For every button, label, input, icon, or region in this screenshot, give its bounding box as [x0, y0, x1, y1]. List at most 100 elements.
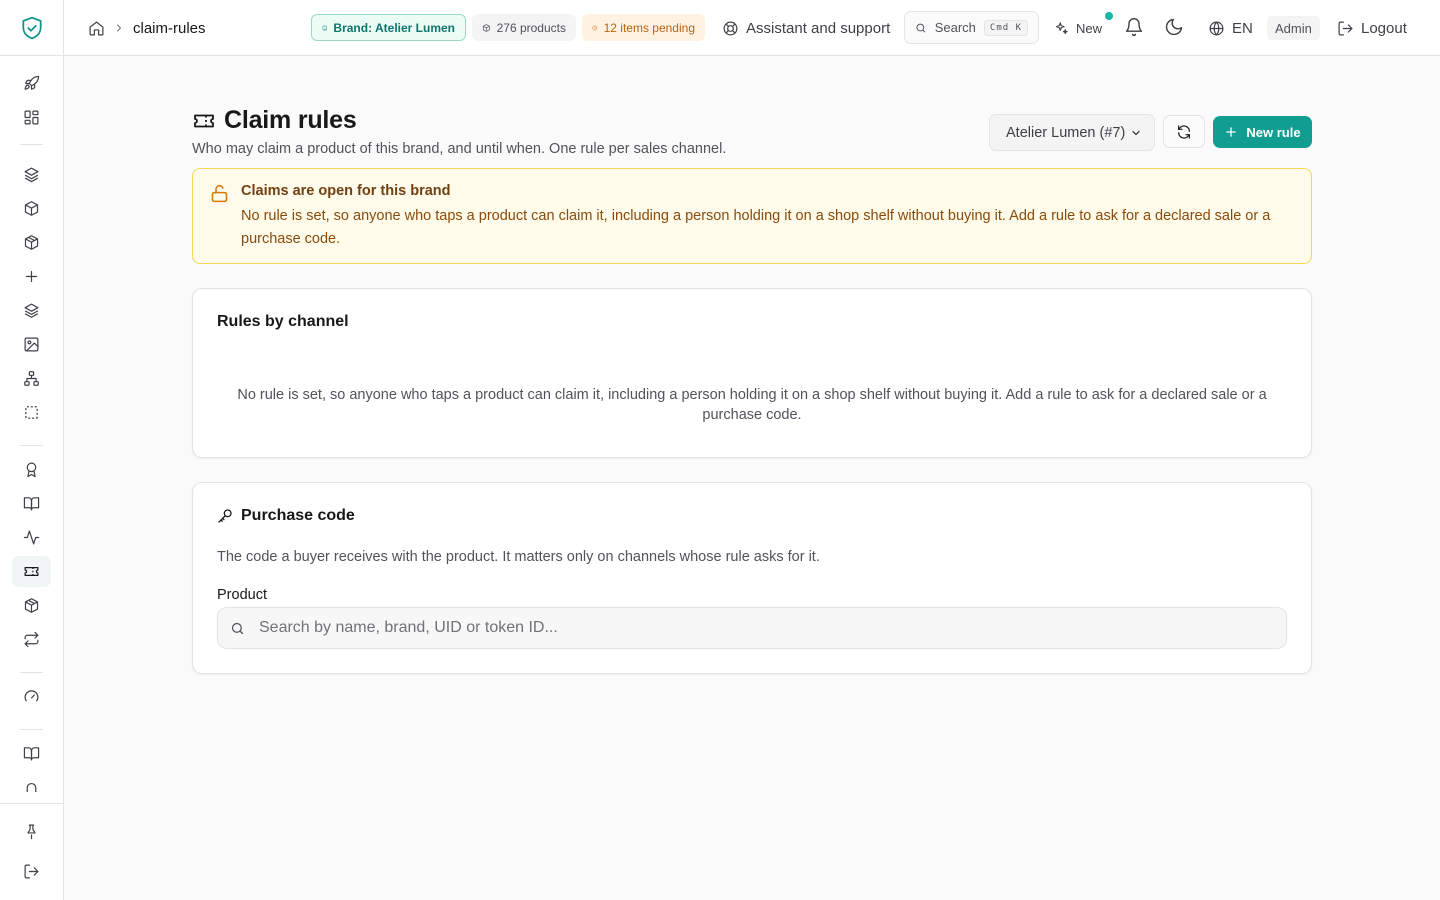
package-check-icon: [23, 597, 40, 614]
dashboard-grid-icon: [23, 109, 40, 126]
purchase-code-card: Purchase code The code a buyer receives …: [192, 482, 1312, 674]
assistant-support-label: Assistant and support: [746, 19, 891, 37]
pending-items-pill[interactable]: 12 items pending: [582, 14, 705, 41]
alert-body: No rule is set, so anyone who taps a pro…: [241, 208, 1271, 247]
brand-pill-label: Brand: Atelier Lumen: [333, 20, 455, 35]
sidebar-item-media[interactable]: [12, 329, 51, 360]
lifebuoy-icon: [722, 20, 739, 37]
chevron-down-icon: [1130, 127, 1142, 139]
logout-button[interactable]: Logout: [1337, 14, 1407, 42]
sidebar-divider: [20, 144, 43, 145]
building-icon: [322, 22, 327, 34]
box-icon: [23, 200, 40, 217]
gauge-icon: [23, 688, 40, 705]
shield-check-icon: [19, 15, 45, 41]
brand-select-value: Atelier Lumen (#7): [1006, 124, 1126, 141]
refresh-icon: [1176, 124, 1192, 140]
sidebar-item-dashboard[interactable]: [12, 102, 51, 133]
chevron-right-icon: [113, 22, 125, 34]
layers-icon: [23, 166, 40, 183]
sidebar-sign-out-button[interactable]: [12, 856, 51, 887]
arch-icon: [23, 780, 40, 792]
award-icon: [23, 461, 40, 478]
sidebar-item-batches[interactable]: [12, 295, 51, 326]
claims-open-alert: Claims are open for this brand No rule i…: [192, 168, 1312, 264]
sidebar-item-docs[interactable]: [12, 738, 51, 769]
sidebar-item-more[interactable]: [12, 772, 51, 792]
activity-icon: [23, 529, 40, 546]
layers-stack-icon: [23, 302, 40, 319]
package-icon: [23, 234, 40, 251]
product-field-label: Product: [217, 587, 267, 603]
language-label: EN: [1232, 19, 1253, 37]
theme-toggle-button[interactable]: [1164, 17, 1184, 37]
page-subtitle: Who may claim a product of this brand, a…: [192, 141, 727, 157]
role-badge: Admin: [1267, 16, 1320, 40]
clock-icon: [592, 22, 598, 34]
sidebar-item-certificates[interactable]: [12, 454, 51, 485]
sidebar-item-collections[interactable]: [12, 159, 51, 190]
sidebar-item-catalog[interactable]: [12, 488, 51, 519]
whats-new-button[interactable]: New: [1054, 14, 1102, 42]
logout-icon: [1337, 20, 1354, 37]
sidebar-divider: [20, 672, 43, 673]
refresh-button[interactable]: [1163, 115, 1205, 148]
new-rule-button[interactable]: New rule: [1213, 116, 1312, 148]
card-title: Rules by channel: [217, 313, 349, 330]
globe-icon: [1208, 20, 1225, 37]
sign-out-icon: [23, 863, 40, 880]
card-description: The code a buyer receives with the produ…: [217, 549, 820, 565]
sidebar-item-claim-rules[interactable]: [12, 556, 51, 587]
sidebar-item-structure[interactable]: [12, 363, 51, 394]
plus-icon: [23, 268, 40, 285]
bell-icon: [1124, 17, 1144, 37]
app-logo[interactable]: [0, 0, 64, 56]
home-icon[interactable]: [88, 20, 105, 37]
rules-by-channel-card: Rules by channel No rule is set, so anyo…: [192, 288, 1312, 458]
search-icon: [915, 21, 927, 35]
logout-label: Logout: [1361, 19, 1407, 37]
sidebar-divider: [0, 803, 64, 804]
sidebar-item-performance[interactable]: [12, 681, 51, 712]
ticket-icon: [192, 109, 216, 133]
language-selector[interactable]: EN: [1208, 14, 1253, 42]
products-count-pill[interactable]: 276 products: [472, 14, 576, 41]
sidebar-item-selection[interactable]: [12, 397, 51, 428]
product-search-field[interactable]: [217, 607, 1287, 649]
assistant-support-link[interactable]: Assistant and support: [722, 14, 890, 42]
image-icon: [23, 336, 40, 353]
brand-select[interactable]: Atelier Lumen (#7): [989, 114, 1155, 151]
sidebar-item-activity[interactable]: [12, 522, 51, 553]
sidebar-item-launch[interactable]: [12, 68, 51, 99]
sidebar-divider: [20, 445, 43, 446]
breadcrumb: claim-rules: [88, 18, 206, 38]
global-search-button[interactable]: Search Cmd K: [904, 11, 1039, 44]
sidebar-item-products[interactable]: [12, 193, 51, 224]
box-icon: [482, 22, 491, 34]
sidebar-pin-button[interactable]: [12, 816, 51, 847]
sidebar-item-transfers[interactable]: [12, 624, 51, 655]
dashed-square-icon: [23, 404, 40, 421]
sparkles-icon: [1054, 21, 1069, 36]
top-header: claim-rules Brand: Atelier Lumen 276 pro…: [64, 0, 1440, 56]
book-icon: [23, 745, 40, 762]
brand-pill[interactable]: Brand: Atelier Lumen: [311, 14, 466, 41]
moon-icon: [1164, 17, 1184, 37]
search-shortcut: Cmd K: [983, 19, 1028, 36]
notifications-button[interactable]: [1124, 17, 1144, 37]
sidebar: [0, 0, 64, 900]
products-count-label: 276 products: [496, 20, 566, 35]
product-search-input[interactable]: [259, 619, 1274, 637]
ticket-icon: [23, 563, 40, 580]
plus-icon: [1224, 125, 1238, 139]
sidebar-item-inventory[interactable]: [12, 227, 51, 258]
sidebar-item-shipments[interactable]: [12, 590, 51, 621]
search-label: Search: [934, 20, 976, 35]
book-open-icon: [23, 495, 40, 512]
new-indicator-dot: [1105, 12, 1113, 20]
card-title: Purchase code: [241, 507, 355, 524]
sidebar-item-create[interactable]: [12, 261, 51, 292]
search-icon: [230, 621, 245, 636]
sidebar-divider: [20, 729, 43, 730]
rocket-icon: [23, 75, 40, 92]
